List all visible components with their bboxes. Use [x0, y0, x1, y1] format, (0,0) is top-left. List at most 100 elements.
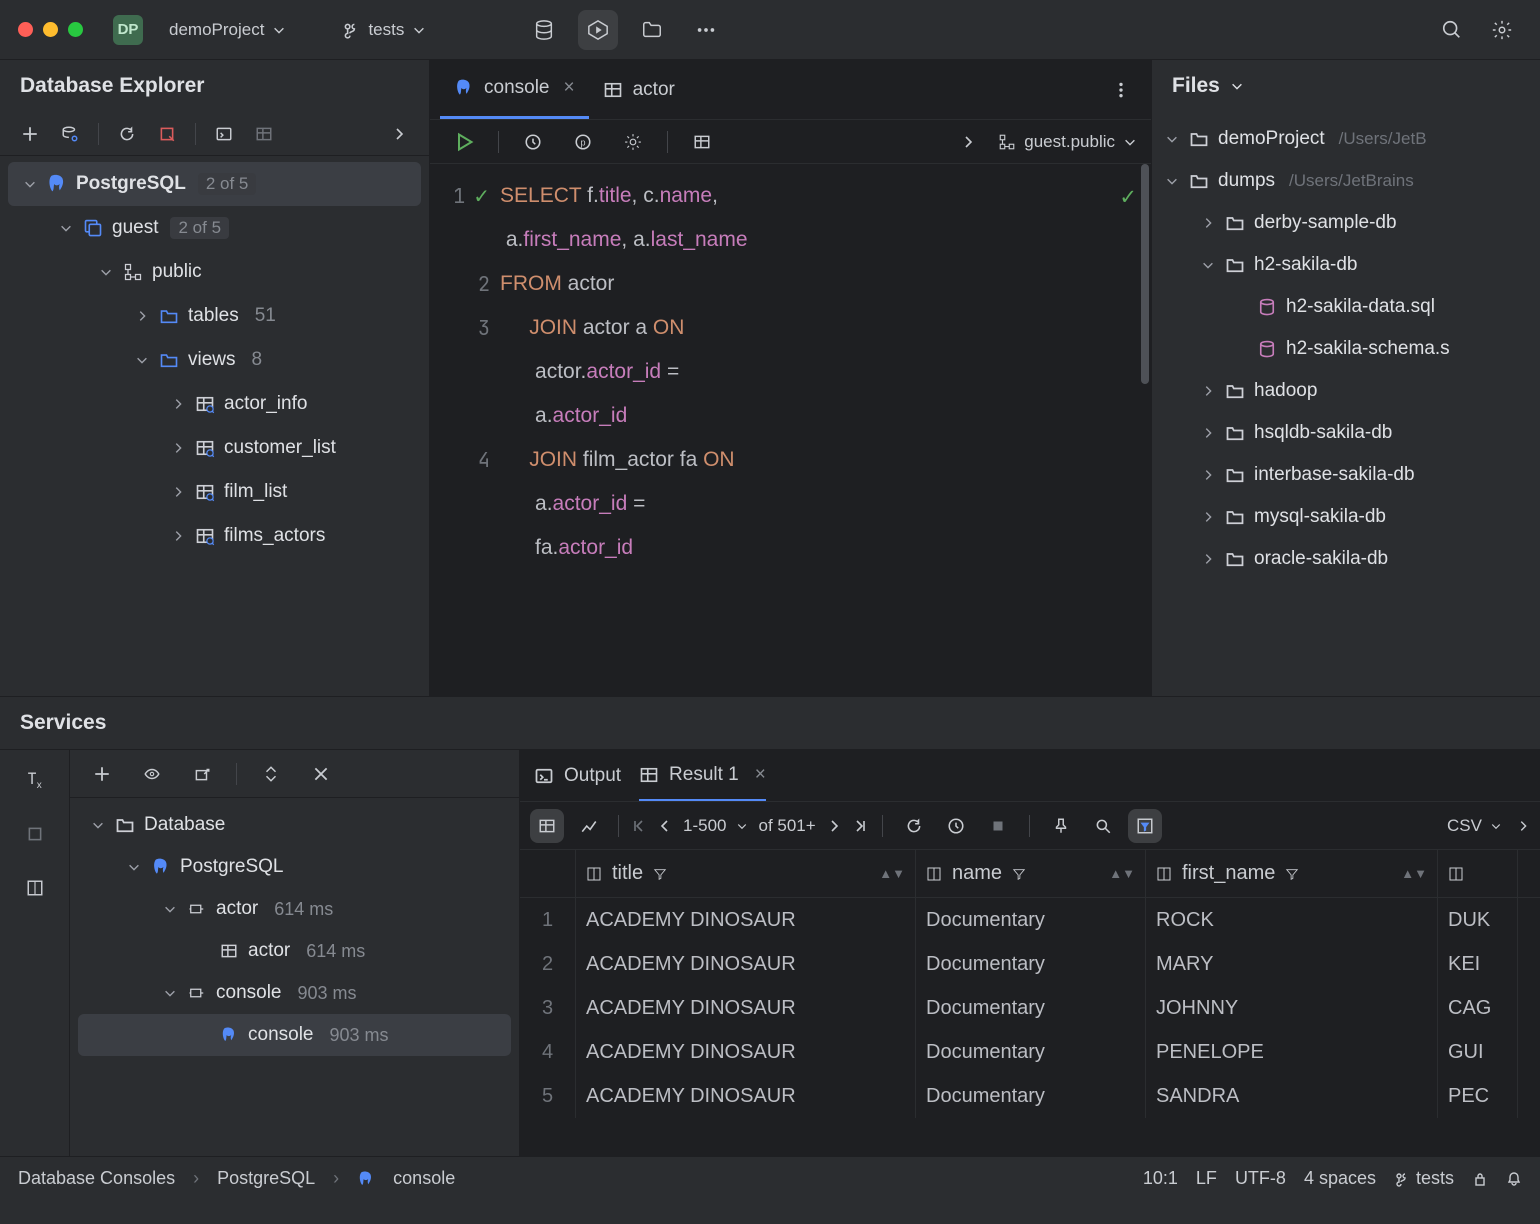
tab-result[interactable]: Result 1 ×: [639, 750, 766, 801]
breadcrumb-2[interactable]: console: [393, 1168, 455, 1189]
scrollbar[interactable]: [1141, 164, 1149, 384]
breadcrumb-1[interactable]: PostgreSQL: [217, 1168, 315, 1189]
encoding[interactable]: UTF-8: [1235, 1168, 1286, 1189]
cell-last-name[interactable]: PEC: [1438, 1074, 1518, 1118]
database-tool-button[interactable]: [524, 10, 564, 50]
export-format[interactable]: CSV: [1447, 816, 1482, 836]
add-datasource-button[interactable]: [14, 118, 46, 150]
pause-button[interactable]: [15, 814, 55, 854]
page-range[interactable]: 1-500: [683, 816, 726, 836]
srv-database[interactable]: Database: [70, 804, 519, 846]
line-ending[interactable]: LF: [1196, 1168, 1217, 1189]
table-row[interactable]: 1 ACADEMY DINOSAUR Documentary ROCK DUK: [520, 898, 1540, 942]
prev-page-icon[interactable]: [657, 818, 673, 834]
next-page-icon[interactable]: [826, 818, 842, 834]
history-button[interactable]: [513, 122, 553, 162]
cell-first-name[interactable]: ROCK: [1146, 898, 1438, 942]
pin-button[interactable]: [1044, 809, 1078, 843]
schema-picker[interactable]: guest.public: [998, 132, 1137, 152]
funnel-icon[interactable]: [1285, 867, 1299, 881]
cell-first-name[interactable]: JOHNNY: [1146, 986, 1438, 1030]
find-button[interactable]: [1086, 809, 1120, 843]
tab-console[interactable]: console ×: [440, 60, 589, 119]
maximize-window[interactable]: [68, 22, 83, 37]
cell-last-name[interactable]: KEI: [1438, 942, 1518, 986]
files-item[interactable]: h2-sakila-data.sql: [1152, 286, 1540, 328]
cell-title[interactable]: ACADEMY DINOSAUR: [576, 986, 916, 1030]
tree-views[interactable]: views 8: [0, 338, 429, 382]
last-page-icon[interactable]: [852, 818, 868, 834]
close-window[interactable]: [18, 22, 33, 37]
tab-overflow-button[interactable]: [1101, 70, 1141, 110]
output-mode-button[interactable]: [682, 122, 722, 162]
first-page-icon[interactable]: [631, 818, 647, 834]
jump-to-console-button[interactable]: [208, 118, 240, 150]
cell-title[interactable]: ACADEMY DINOSAUR: [576, 942, 916, 986]
cell-title[interactable]: ACADEMY DINOSAUR: [576, 1030, 916, 1074]
srv-query-console[interactable]: console 903 ms: [70, 972, 519, 1014]
files-dumps[interactable]: dumps /Users/JetBrains: [1152, 160, 1540, 202]
add-button[interactable]: [82, 754, 122, 794]
tree-datasource[interactable]: guest 2 of 5: [0, 206, 429, 250]
cell-name[interactable]: Documentary: [916, 986, 1146, 1030]
expand-button[interactable]: [251, 754, 291, 794]
show-button[interactable]: [132, 754, 172, 794]
code-editor[interactable]: SELECT f.title, c.name, a.first_name, a.…: [500, 164, 1151, 696]
project-selector[interactable]: demoProject: [161, 16, 294, 44]
cell-first-name[interactable]: SANDRA: [1146, 1074, 1438, 1118]
files-item[interactable]: h2-sakila-db: [1152, 244, 1540, 286]
chevron-down-icon[interactable]: [736, 820, 748, 832]
table-row[interactable]: 2 ACADEMY DINOSAUR Documentary MARY KEI: [520, 942, 1540, 986]
table-row[interactable]: 3 ACADEMY DINOSAUR Documentary JOHNNY CA…: [520, 986, 1540, 1030]
tree-view-item[interactable]: actor_info: [0, 382, 429, 426]
run-tool-button[interactable]: [578, 10, 618, 50]
files-title[interactable]: Files: [1152, 60, 1540, 112]
cell-last-name[interactable]: GUI: [1438, 1030, 1518, 1074]
indent[interactable]: 4 spaces: [1304, 1168, 1376, 1189]
table-button[interactable]: [248, 118, 280, 150]
open-button[interactable]: [182, 754, 222, 794]
tx-settings-button[interactable]: [613, 122, 653, 162]
close-tab-button[interactable]: ×: [564, 77, 575, 99]
chevron-right-icon[interactable]: [1516, 819, 1530, 833]
stop-result-button[interactable]: [981, 809, 1015, 843]
tab-output[interactable]: Output: [534, 750, 621, 801]
files-item[interactable]: derby-sample-db: [1152, 202, 1540, 244]
close-result-button[interactable]: ×: [755, 764, 766, 786]
col-last-name[interactable]: [1438, 850, 1518, 897]
show-options-button[interactable]: [383, 118, 415, 150]
more-tools-button[interactable]: [686, 10, 726, 50]
breadcrumb-0[interactable]: Database Consoles: [18, 1168, 175, 1189]
table-view-button[interactable]: [530, 809, 564, 843]
refresh-button[interactable]: [111, 118, 143, 150]
tree-tables[interactable]: tables 51: [0, 294, 429, 338]
stop-button[interactable]: [151, 118, 183, 150]
table-row[interactable]: 4 ACADEMY DINOSAUR Documentary PENELOPE …: [520, 1030, 1540, 1074]
cell-last-name[interactable]: CAG: [1438, 986, 1518, 1030]
files-item[interactable]: hsqldb-sakila-db: [1152, 412, 1540, 454]
lock-button[interactable]: [1472, 1171, 1488, 1187]
chart-view-button[interactable]: [572, 809, 606, 843]
minimize-window[interactable]: [43, 22, 58, 37]
files-item[interactable]: h2-sakila-schema.s: [1152, 328, 1540, 370]
editor-overflow-button[interactable]: [948, 122, 988, 162]
cell-name[interactable]: Documentary: [916, 942, 1146, 986]
chevron-down-icon[interactable]: [1490, 820, 1502, 832]
cell-name[interactable]: Documentary: [916, 898, 1146, 942]
cell-first-name[interactable]: MARY: [1146, 942, 1438, 986]
search-button[interactable]: [1432, 10, 1472, 50]
srv-postgres[interactable]: PostgreSQL: [70, 846, 519, 888]
notifications-button[interactable]: [1506, 1171, 1522, 1187]
files-item[interactable]: interbase-sakila-db: [1152, 454, 1540, 496]
close-services-button[interactable]: [301, 754, 341, 794]
tree-db[interactable]: PostgreSQL 2 of 5: [8, 162, 421, 206]
history-button[interactable]: [939, 809, 973, 843]
cell-title[interactable]: ACADEMY DINOSAUR: [576, 898, 916, 942]
reload-button[interactable]: [897, 809, 931, 843]
status-branch[interactable]: tests: [1394, 1168, 1454, 1189]
funnel-icon[interactable]: [653, 867, 667, 881]
plan-button[interactable]: p: [563, 122, 603, 162]
srv-result-actor[interactable]: actor 614 ms: [70, 930, 519, 972]
srv-query-actor[interactable]: actor 614 ms: [70, 888, 519, 930]
files-item[interactable]: mysql-sakila-db: [1152, 496, 1540, 538]
